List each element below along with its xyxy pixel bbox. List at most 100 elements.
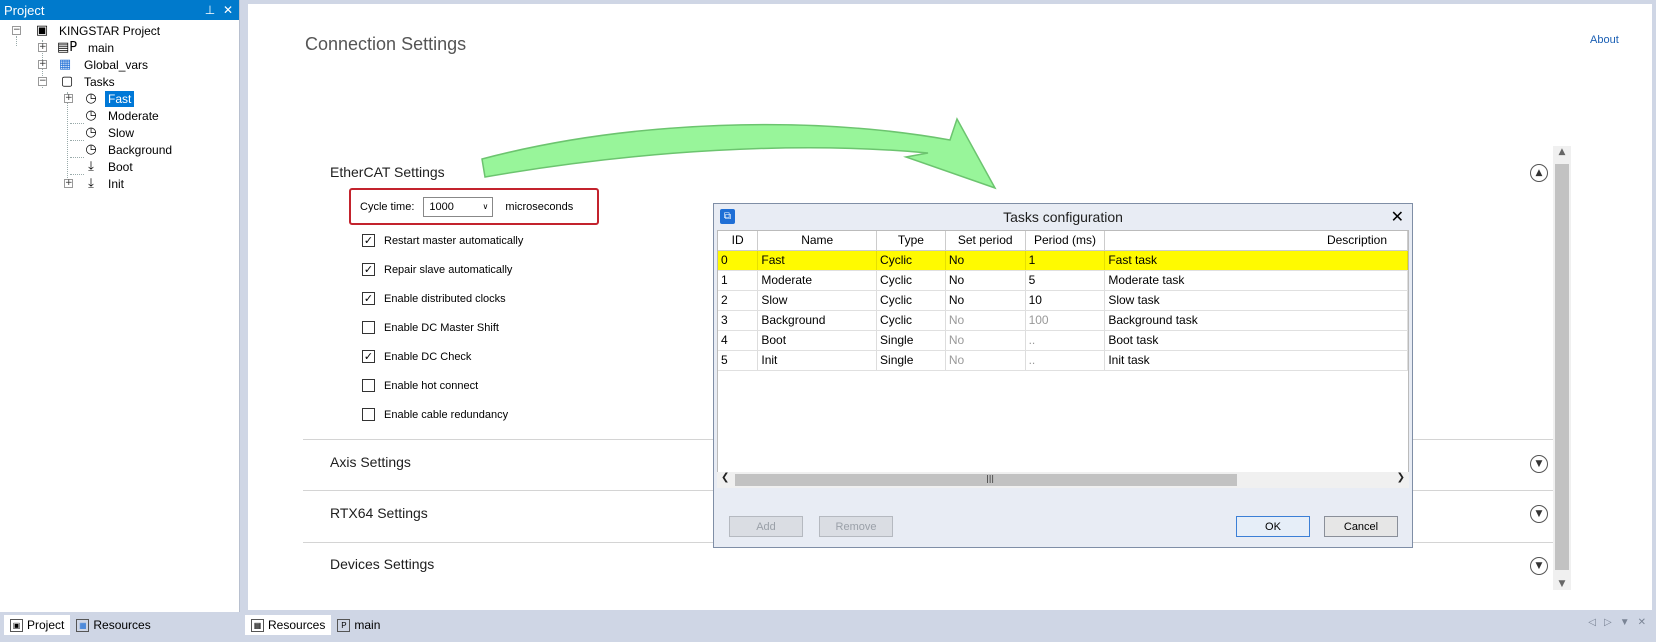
cell-period[interactable]: 5 — [1025, 270, 1106, 291]
horizontal-scrollbar[interactable]: ❮ ||| ❯ — [717, 472, 1409, 488]
tree-item-global-vars[interactable]: + ▦ Global_vars — [38, 56, 151, 74]
tree-item-task-boot[interactable]: ⤓ Boot — [83, 158, 136, 176]
expand-icon[interactable]: + — [38, 60, 47, 69]
cell-description[interactable]: Init task — [1104, 350, 1408, 371]
checkbox[interactable]: ✓ — [362, 263, 375, 276]
collapse-icon[interactable]: − — [38, 77, 47, 86]
checkbox[interactable]: ✓ — [362, 234, 375, 247]
cell-name[interactable]: Moderate — [757, 270, 878, 291]
tree-item-task-moderate[interactable]: ◷ Moderate — [83, 107, 162, 125]
expand-icon[interactable]: + — [64, 94, 73, 103]
scroll-down-icon[interactable]: ▼ — [1553, 579, 1571, 589]
axis-settings-header[interactable]: Axis Settings — [330, 454, 411, 470]
ok-button[interactable]: OK — [1236, 516, 1310, 537]
scroll-up-icon[interactable]: ▲ — [1553, 147, 1571, 157]
cell-type[interactable]: Cyclic — [876, 290, 946, 311]
column-header[interactable]: Set period — [945, 231, 1026, 251]
table-row[interactable]: 2 Slow Cyclic No 10 Slow task — [718, 290, 1408, 311]
cell-name[interactable]: Init — [757, 350, 878, 371]
cell-name[interactable]: Fast — [757, 250, 878, 271]
chevron-down-icon[interactable]: ▼ — [1530, 557, 1548, 575]
tree-item-root[interactable]: − ▣ KINGSTAR Project — [12, 22, 163, 40]
table-row[interactable]: 0 Fast Cyclic No 1 Fast task — [718, 250, 1408, 271]
collapse-icon[interactable]: − — [12, 26, 21, 35]
expand-icon[interactable]: + — [38, 43, 47, 52]
close-icon[interactable]: ✕ — [1391, 207, 1404, 226]
cell-id[interactable]: 5 — [718, 350, 759, 371]
cell-type[interactable]: Cyclic — [876, 310, 946, 331]
tab-main-doc[interactable]: P main — [331, 615, 386, 635]
option-dc-master-shift[interactable]: Enable DC Master Shift — [362, 321, 499, 334]
cell-description[interactable]: Slow task — [1104, 290, 1408, 311]
column-header[interactable]: Description — [1104, 231, 1408, 251]
checkbox[interactable] — [362, 379, 375, 392]
expand-icon[interactable]: + — [64, 179, 73, 188]
column-header[interactable]: Period (ms) — [1025, 231, 1106, 251]
vertical-scrollbar[interactable]: ▲ ▼ — [1553, 146, 1571, 590]
cell-period[interactable]: 10 — [1025, 290, 1106, 311]
cell-id[interactable]: 0 — [718, 250, 759, 271]
close-icon[interactable]: ✕ — [1638, 617, 1646, 628]
cell-set-period[interactable]: No — [945, 250, 1026, 271]
chevron-down-icon[interactable]: ▼ — [1530, 505, 1548, 523]
pin-icon[interactable]: ⊥ — [203, 3, 217, 17]
column-header[interactable]: Type — [876, 231, 946, 251]
cell-id[interactable]: 3 — [718, 310, 759, 331]
chevron-down-icon[interactable]: ▼ — [1530, 455, 1548, 473]
scrollbar-thumb[interactable] — [1555, 164, 1569, 570]
cell-set-period[interactable]: No — [945, 290, 1026, 311]
cell-description[interactable]: Background task — [1104, 310, 1408, 331]
cell-period[interactable]: 1 — [1025, 250, 1106, 271]
cell-description[interactable]: Fast task — [1104, 250, 1408, 271]
tree-item-task-init[interactable]: + ⤓ Init — [64, 175, 127, 193]
tab-project[interactable]: ▣ Project — [4, 615, 71, 635]
tree-item-task-background[interactable]: ◷ Background — [83, 141, 175, 159]
tree-item-tasks[interactable]: − ▢ Tasks — [38, 73, 118, 91]
cell-description[interactable]: Boot task — [1104, 330, 1408, 351]
rtx64-settings-header[interactable]: RTX64 Settings — [330, 505, 428, 521]
cell-description[interactable]: Moderate task — [1104, 270, 1408, 291]
cell-name[interactable]: Boot — [757, 330, 878, 351]
remove-button[interactable]: Remove — [819, 516, 893, 537]
table-row[interactable]: 5 Init Single No .. Init task — [718, 350, 1408, 371]
cell-id[interactable]: 2 — [718, 290, 759, 311]
tree-item-task-fast[interactable]: + ◷ Fast — [64, 90, 135, 108]
ethercat-settings-header[interactable]: EtherCAT Settings — [330, 164, 445, 180]
tree-item-main[interactable]: + ▤P main — [38, 39, 117, 57]
cancel-button[interactable]: Cancel — [1324, 516, 1398, 537]
close-icon[interactable]: ✕ — [221, 3, 235, 17]
tab-resources[interactable]: ▦ Resources — [70, 615, 156, 635]
cell-type[interactable]: Cyclic — [876, 250, 946, 271]
cell-name[interactable]: Background — [757, 310, 878, 331]
chevron-up-icon[interactable]: ▲ — [1530, 164, 1548, 182]
about-link[interactable]: About — [1590, 34, 1619, 46]
checkbox[interactable]: ✓ — [362, 350, 375, 363]
cell-id[interactable]: 1 — [718, 270, 759, 291]
option-hot-connect[interactable]: Enable hot connect — [362, 379, 478, 392]
cell-type[interactable]: Cyclic — [876, 270, 946, 291]
scroll-left-icon[interactable]: ❮ — [721, 472, 729, 483]
option-cable-redundancy[interactable]: Enable cable redundancy — [362, 408, 508, 421]
table-row[interactable]: 1 Moderate Cyclic No 5 Moderate task — [718, 270, 1408, 291]
cell-type[interactable]: Single — [876, 330, 946, 351]
checkbox[interactable]: ✓ — [362, 292, 375, 305]
tree-item-task-slow[interactable]: ◷ Slow — [83, 124, 137, 142]
cell-name[interactable]: Slow — [757, 290, 878, 311]
devices-settings-header[interactable]: Devices Settings — [330, 556, 434, 572]
table-row[interactable]: 4 Boot Single No .. Boot task — [718, 330, 1408, 351]
cell-id[interactable]: 4 — [718, 330, 759, 351]
option-dc-check[interactable]: ✓ Enable DC Check — [362, 350, 471, 363]
scroll-right-icon[interactable]: ▷ — [1604, 617, 1612, 628]
scroll-right-icon[interactable]: ❯ — [1397, 472, 1405, 483]
add-button[interactable]: Add — [729, 516, 803, 537]
cell-set-period[interactable]: No — [945, 270, 1026, 291]
cell-type[interactable]: Single — [876, 350, 946, 371]
checkbox[interactable] — [362, 321, 375, 334]
column-header[interactable]: Name — [757, 231, 878, 251]
scroll-left-icon[interactable]: ◁ — [1588, 617, 1596, 628]
table-row[interactable]: 3 Background Cyclic No 100 Background ta… — [718, 310, 1408, 331]
dropdown-icon[interactable]: ▼ — [1620, 617, 1630, 628]
checkbox[interactable] — [362, 408, 375, 421]
column-header[interactable]: ID — [718, 231, 759, 251]
tab-resources-doc[interactable]: ▦ Resources — [245, 615, 332, 635]
